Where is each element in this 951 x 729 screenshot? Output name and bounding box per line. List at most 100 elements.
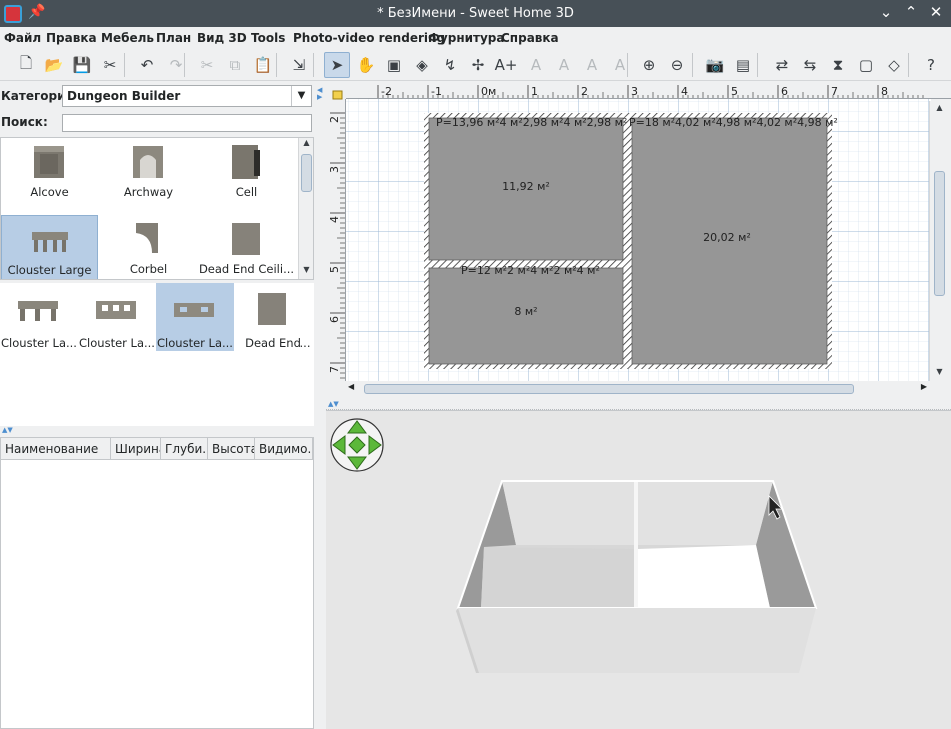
- search-label: Поиск:: [1, 115, 48, 129]
- furniture-item-label: Clouster La...: [157, 336, 233, 350]
- create-walls-button[interactable]: ▣: [381, 52, 407, 78]
- create-video-button[interactable]: ▤: [730, 52, 756, 78]
- column-name[interactable]: Наименование: [1, 438, 111, 460]
- text-bold-icon: A: [586, 56, 598, 74]
- scroll-down-icon[interactable]: ▼: [930, 367, 949, 381]
- catalog-item-alcove[interactable]: Alcove: [1, 138, 98, 204]
- paste-icon: 📋: [253, 56, 273, 74]
- help-button[interactable]: ?: [918, 52, 944, 78]
- catalog-item-dead-end[interactable]: Dead End Ceili...: [198, 215, 295, 279]
- toolbar-separator: [313, 53, 314, 77]
- create-rooms-button[interactable]: ◈: [409, 52, 435, 78]
- scroll-down-icon[interactable]: ▼: [299, 265, 313, 279]
- plan-canvas[interactable]: -2 -1 0м 1 2 3 4 5 6 7 8 2 3 4 5 6 7 P=13,96 м²4 м²2,98…: [326, 83, 951, 401]
- redo-button[interactable]: ↷: [163, 52, 189, 78]
- catalog-scrollbar[interactable]: ▲ ▼: [298, 138, 313, 279]
- catalog-item-clouster-large[interactable]: Clouster Large: [1, 215, 98, 279]
- cut-button[interactable]: ✂: [194, 52, 220, 78]
- menu-bar: Файл Правка Мебель План Вид 3D Tools Pho…: [0, 27, 951, 49]
- column-depth[interactable]: Глуби...: [161, 438, 208, 460]
- zoom-out-button[interactable]: ⊖: [664, 52, 690, 78]
- minimize-icon[interactable]: ⌄: [876, 3, 896, 21]
- copy-button[interactable]: ⧉: [222, 52, 248, 78]
- scroll-thumb[interactable]: [934, 171, 945, 296]
- tool-1-button[interactable]: ⇄: [769, 52, 795, 78]
- add-text-button[interactable]: A+: [493, 52, 519, 78]
- create-polylines-button[interactable]: ↯: [437, 52, 463, 78]
- text-style-1-button[interactable]: A: [523, 52, 549, 78]
- text-italic-button[interactable]: A: [607, 52, 633, 78]
- menu-file[interactable]: Файл: [4, 31, 41, 45]
- menu-help[interactable]: Справка: [501, 31, 559, 45]
- view-3d[interactable]: [326, 410, 951, 729]
- maximize-icon[interactable]: ⌃: [901, 3, 921, 21]
- scroll-up-icon[interactable]: ▲: [930, 103, 949, 117]
- menu-furniture[interactable]: Мебель: [101, 31, 154, 45]
- chevron-down-icon[interactable]: ▼: [291, 86, 311, 106]
- undo-button[interactable]: ↶: [134, 52, 160, 78]
- scroll-right-icon[interactable]: ▶: [921, 382, 927, 391]
- add-text-icon: A+: [494, 56, 518, 74]
- plan-horizontal-scrollbar[interactable]: ◀ ▶: [346, 382, 929, 396]
- menu-plan[interactable]: План: [156, 31, 191, 45]
- furniture-item[interactable]: Clouster La...: [156, 283, 234, 351]
- search-input[interactable]: [62, 114, 312, 132]
- open-icon: 📂: [44, 56, 64, 74]
- scroll-thumb[interactable]: [301, 154, 312, 192]
- ruler-y-label: 5: [328, 266, 341, 273]
- flip-icon: ⧗: [832, 56, 844, 74]
- plan-view[interactable]: -2 -1 0м 1 2 3 4 5 6 7 8 2 3 4 5 6 7 P=13,96 м²4 м²2,98…: [326, 83, 951, 401]
- menu-photo-video[interactable]: Photo-video rendering: [293, 31, 445, 45]
- menu-hardware[interactable]: Фурнитура: [428, 31, 504, 45]
- furniture-item-label: Clouster La...: [1, 336, 77, 350]
- furniture-item[interactable]: ...: [296, 283, 314, 351]
- pan-mode-button[interactable]: ✋: [353, 52, 379, 78]
- create-polylines-icon: ↯: [443, 56, 457, 74]
- create-photo-button[interactable]: 📷: [702, 52, 728, 78]
- ruler-x-label: -2: [381, 85, 392, 98]
- view-3d-canvas[interactable]: [326, 411, 951, 729]
- close-icon[interactable]: ✕: [926, 3, 946, 21]
- catalog-item-corbel[interactable]: Corbel: [100, 215, 197, 279]
- furniture-item[interactable]: Clouster La...: [78, 283, 156, 351]
- plan-vertical-scrollbar[interactable]: ▲ ▼: [929, 101, 949, 381]
- furniture-item[interactable]: Clouster La...: [0, 283, 78, 351]
- text-bold-button[interactable]: A: [579, 52, 605, 78]
- vertical-splitter[interactable]: ◀ ▶: [316, 83, 324, 729]
- scroll-thumb[interactable]: [364, 384, 854, 394]
- add-furniture-button[interactable]: ⇲: [286, 52, 312, 78]
- preferences-button[interactable]: ✂: [97, 52, 123, 78]
- navigation-arrows-icon[interactable]: [330, 418, 384, 472]
- select-mode-button[interactable]: ➤: [324, 52, 350, 78]
- tool-2-button[interactable]: ⇆: [797, 52, 823, 78]
- column-width[interactable]: Ширина: [111, 438, 161, 460]
- column-height[interactable]: Высота: [208, 438, 255, 460]
- splitter-arrows-icon[interactable]: ▲▼: [326, 401, 951, 410]
- catalog-item-cell[interactable]: Cell: [198, 138, 295, 204]
- scroll-up-icon[interactable]: ▲: [299, 138, 313, 152]
- create-dimensions-button[interactable]: ✢: [465, 52, 491, 78]
- redo-icon: ↷: [169, 56, 183, 74]
- save-icon: 💾: [72, 56, 92, 74]
- menu-edit[interactable]: Правка: [46, 31, 97, 45]
- new-home-button[interactable]: 🗋: [13, 52, 39, 78]
- tool-1-icon: ⇄: [775, 56, 789, 74]
- room-2-perimeter: P=18 м²4,02 м²4,98 м²4,02 м²4,98 м²: [629, 116, 838, 129]
- scroll-left-icon[interactable]: ◀: [348, 382, 354, 391]
- paste-button[interactable]: 📋: [250, 52, 276, 78]
- flip-button[interactable]: ⧗: [825, 52, 851, 78]
- column-visible[interactable]: Видимо...: [255, 438, 313, 460]
- splitter-arrows-icon[interactable]: ◀ ▶: [317, 87, 322, 101]
- category-combo[interactable]: Dungeon Builder ▼: [62, 85, 312, 107]
- tool-5-button[interactable]: ◇: [881, 52, 907, 78]
- splitter-arrows-icon[interactable]: ▲▼: [0, 427, 314, 434]
- catalog-item-archway[interactable]: Archway: [100, 138, 197, 204]
- save-button[interactable]: 💾: [69, 52, 95, 78]
- tool-4-button[interactable]: ▢: [853, 52, 879, 78]
- menu-tools[interactable]: Tools: [251, 31, 285, 45]
- open-button[interactable]: 📂: [41, 52, 67, 78]
- zoom-in-button[interactable]: ⊕: [636, 52, 662, 78]
- clouster-thumbnail-icon: [174, 303, 214, 317]
- text-style-2-button[interactable]: A: [551, 52, 577, 78]
- menu-3d-view[interactable]: Вид 3D: [197, 31, 247, 45]
